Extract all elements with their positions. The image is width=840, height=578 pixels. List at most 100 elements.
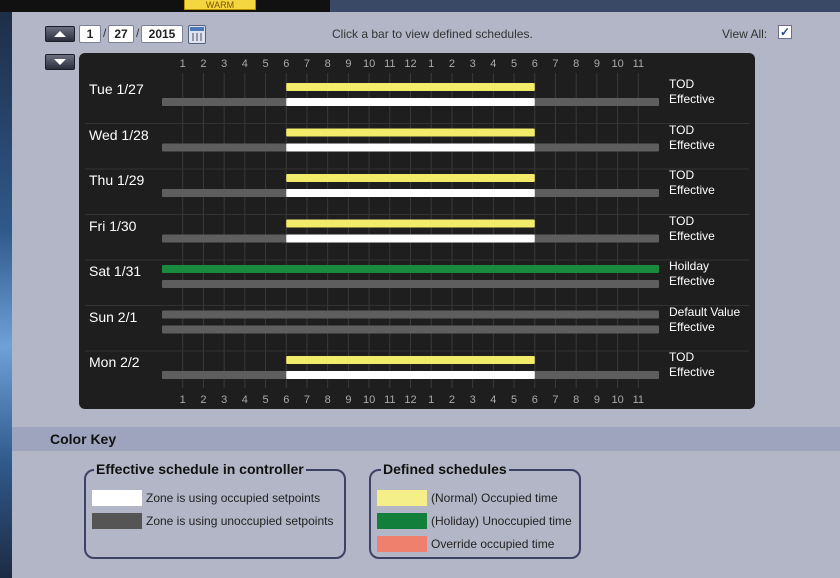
- override-swatch: [377, 536, 427, 552]
- key-label-unoccupied: Zone is using unoccupied setpoints: [146, 514, 334, 528]
- effective-schedule-name: Effective: [669, 92, 715, 106]
- hour-label-top: 9: [594, 58, 600, 70]
- hour-label-top: 5: [262, 58, 268, 70]
- view-all-label: View All:: [722, 27, 768, 41]
- key-label-occupied: Zone is using occupied setpoints: [146, 491, 321, 505]
- hour-label-bottom: 11: [384, 394, 395, 406]
- hour-label-top: 5: [511, 58, 517, 70]
- day-label: Wed 1/28: [89, 126, 149, 143]
- hour-label-bottom: 8: [573, 394, 579, 406]
- schedule-grid: 1122334455667788991010111112121122334455…: [85, 58, 749, 406]
- hour-label-bottom: 4: [242, 394, 248, 406]
- effective-occupied-bar: [286, 371, 535, 379]
- date-separator: /: [103, 26, 107, 40]
- hour-label-bottom: 5: [511, 394, 517, 406]
- effective-schedule-name: Effective: [669, 365, 715, 379]
- up-arrow-icon: [54, 31, 66, 37]
- defined-schedule-name: TOD: [669, 213, 695, 228]
- effective-schedule-name: Effective: [669, 228, 715, 243]
- hour-label-bottom: 1: [180, 394, 186, 406]
- previous-week-button[interactable]: [45, 26, 75, 42]
- hour-label-top: 11: [633, 58, 644, 70]
- day-label: Sun 2/1: [89, 308, 138, 325]
- effective-key-title: Effective schedule in controller: [94, 461, 306, 477]
- effective-occupied-bar: [286, 189, 535, 197]
- hour-label-bottom: 8: [325, 394, 331, 406]
- month-input[interactable]: 1: [79, 25, 101, 43]
- row-schedule-note: Default Value Effective: [669, 305, 740, 335]
- effective-occupied-bar: [286, 234, 535, 243]
- defined-schedule-name: TOD: [669, 350, 695, 364]
- hour-label-top: 12: [404, 58, 416, 70]
- color-key-header: Color Key: [12, 427, 840, 451]
- key-label-holiday: (Holiday) Unoccupied time: [431, 514, 572, 528]
- hour-label-bottom: 11: [633, 394, 644, 406]
- defined-holiday-bar: [162, 265, 659, 273]
- day-label: Sat 1/31: [89, 263, 142, 279]
- hour-label-top: 9: [345, 58, 351, 70]
- hour-label-top: 6: [283, 58, 289, 70]
- hour-label-top: 7: [552, 58, 558, 70]
- effective-schedule-name: Effective: [669, 137, 715, 152]
- next-week-button[interactable]: [45, 54, 75, 70]
- hour-label-bottom: 6: [283, 394, 289, 406]
- hour-label-bottom: 5: [262, 394, 268, 406]
- defined-default-bar: [162, 310, 659, 319]
- occupied-swatch: [92, 490, 142, 506]
- background-window: [0, 0, 330, 12]
- row-schedule-note: TOD Effective: [669, 168, 715, 198]
- effective-key-box: Effective schedule in controller Zone is…: [84, 461, 346, 559]
- date-separator: /: [136, 26, 140, 40]
- unoccupied-swatch: [92, 513, 142, 529]
- row-schedule-note: TOD Effective: [669, 350, 715, 380]
- hour-label-bottom: 10: [611, 394, 623, 406]
- row-schedule-note: TOD Effective: [669, 77, 715, 107]
- hour-label-bottom: 2: [200, 394, 206, 406]
- day-label: Thu 1/29: [89, 172, 145, 188]
- defined-schedule-name: TOD: [669, 122, 695, 137]
- normal-occupied-swatch: [377, 490, 427, 506]
- hour-label-top: 4: [242, 58, 248, 70]
- hour-label-bottom: 12: [404, 394, 416, 406]
- schedule-panel: 1 / 27 / 2015 Click a bar to view define…: [12, 12, 840, 578]
- hour-label-top: 7: [304, 58, 310, 70]
- defined-schedule-name: Default Value: [669, 304, 741, 319]
- hour-label-bottom: 4: [490, 394, 496, 406]
- day-label: Fri 1/30: [89, 217, 137, 234]
- hour-label-top: 10: [363, 58, 375, 70]
- hour-label-top: 10: [611, 58, 623, 70]
- hour-label-top: 1: [428, 58, 434, 70]
- day-label: Mon 2/2: [89, 354, 140, 370]
- holiday-unoccupied-swatch: [377, 513, 427, 529]
- defined-schedule-name: Hoilday: [669, 259, 710, 273]
- hour-label-bottom: 10: [363, 394, 375, 406]
- hour-label-top: 11: [384, 58, 395, 70]
- hour-label-top: 2: [449, 58, 455, 70]
- hour-label-top: 1: [180, 58, 186, 70]
- warm-tab: WARM: [184, 0, 256, 10]
- hour-label-top: 2: [200, 58, 206, 70]
- hour-label-bottom: 1: [428, 394, 434, 406]
- hour-label-top: 4: [490, 58, 496, 70]
- hour-label-bottom: 9: [594, 394, 600, 406]
- hour-label-bottom: 3: [221, 394, 227, 406]
- hour-label-bottom: 7: [552, 394, 558, 406]
- instruction-text: Click a bar to view defined schedules.: [332, 27, 533, 41]
- hour-label-top: 3: [221, 58, 227, 70]
- day-input[interactable]: 27: [108, 25, 134, 43]
- view-all-checkbox[interactable]: ✓: [778, 25, 792, 39]
- defined-schedule-name: TOD: [669, 168, 695, 182]
- calendar-icon[interactable]: [188, 25, 206, 44]
- row-schedule-note: TOD Effective: [669, 123, 715, 153]
- defined-key-box: Defined schedules (Normal) Occupied time…: [369, 461, 581, 559]
- schedule-chart: 1 1 2 2 3 3 4 4 5 5 6 6 7 7 8 8 9 9 10 10 11 11 12 12 1 1 2 2 3 3 4 4 5 5…: [79, 53, 755, 409]
- effective-schedule-name: Effective: [669, 183, 715, 197]
- hour-label-top: 8: [573, 58, 579, 70]
- hour-label-bottom: 7: [304, 394, 310, 406]
- desktop-background: [0, 0, 12, 578]
- year-input[interactable]: 2015: [141, 25, 183, 43]
- defined-schedule-name: TOD: [669, 77, 695, 91]
- defined-occupied-bar: [286, 356, 535, 364]
- effective-occupied-bar: [286, 98, 535, 106]
- defined-occupied-bar: [286, 219, 535, 228]
